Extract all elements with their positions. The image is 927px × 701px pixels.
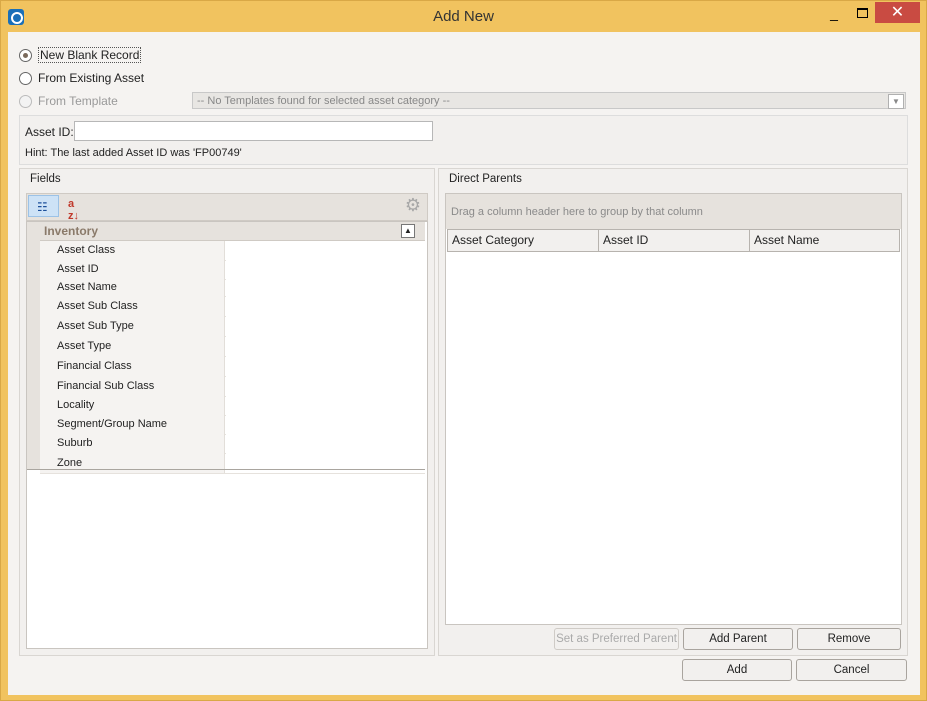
chevron-down-icon: ▼ — [888, 94, 904, 109]
template-combo-value: -- No Templates found for selected asset… — [197, 95, 450, 107]
property-row[interactable]: Locality — [40, 396, 425, 416]
property-value-field[interactable] — [226, 279, 425, 296]
property-row[interactable]: Suburb — [40, 434, 425, 454]
asset-id-hint: Hint: The last added Asset ID was 'FP007… — [25, 147, 242, 159]
categorized-view-button[interactable]: ☷ — [28, 195, 59, 217]
property-row[interactable]: Segment/Group Name — [40, 415, 425, 435]
radio-icon[interactable] — [19, 48, 32, 62]
divider — [27, 469, 425, 470]
property-name: Financial Sub Class — [40, 376, 225, 396]
property-value-field[interactable] — [226, 241, 425, 260]
property-name: Asset Type — [40, 336, 225, 356]
asset-id-label: Asset ID: — [25, 125, 74, 139]
maximize-icon — [856, 8, 868, 18]
maximize-button[interactable] — [855, 3, 869, 23]
property-value-field[interactable] — [226, 336, 425, 356]
close-button[interactable]: ✕ — [875, 2, 920, 23]
property-row[interactable]: Asset Sub Type — [40, 316, 425, 337]
set-preferred-parent-button: Set as Preferred Parent — [554, 628, 679, 650]
category-label: Inventory — [44, 224, 99, 238]
property-row[interactable]: Asset Type — [40, 336, 425, 357]
remove-button[interactable]: Remove — [797, 628, 901, 650]
gear-icon[interactable]: ⚙ — [405, 195, 421, 216]
radio-icon[interactable] — [19, 71, 32, 85]
option-label: From Template — [38, 94, 118, 108]
minimize-button[interactable]: _ — [827, 3, 841, 23]
option-label: From Existing Asset — [38, 71, 145, 85]
column-headers: Asset Category Asset ID Asset Name — [447, 229, 900, 252]
property-name: Asset ID — [40, 260, 225, 279]
property-value-field[interactable] — [226, 376, 425, 396]
fields-title: Fields — [30, 173, 61, 185]
option-from-template: From Template — [19, 93, 118, 109]
grid-gutter — [27, 240, 40, 470]
property-row[interactable]: Asset Name — [40, 279, 425, 297]
option-label: New Blank Record — [38, 47, 142, 63]
template-combo: -- No Templates found for selected asset… — [192, 92, 906, 109]
title-bar[interactable]: Add New _ ✕ — [1, 1, 926, 32]
group-by-panel[interactable]: Drag a column header here to group by th… — [446, 194, 901, 229]
property-value-field[interactable] — [226, 415, 425, 434]
property-name: Zone — [40, 453, 225, 473]
radio-icon — [19, 94, 32, 108]
property-name: Locality — [40, 396, 225, 415]
property-name: Asset Class — [40, 241, 225, 260]
group-by-hint: Drag a column header here to group by th… — [451, 206, 703, 218]
option-new-blank-record[interactable]: New Blank Record — [19, 47, 142, 63]
property-name: Financial Class — [40, 356, 225, 376]
property-row[interactable]: Asset ID — [40, 260, 425, 280]
property-grid: Inventory ▲ Asset Class Asset ID Asset Nam… — [26, 221, 428, 649]
add-new-window: Add New _ ✕ New Blank Record From Existi… — [0, 0, 927, 701]
property-row[interactable]: Zone — [40, 453, 425, 474]
dialog-body: New Blank Record From Existing Asset Fro… — [8, 32, 920, 695]
column-asset-name[interactable]: Asset Name — [750, 230, 899, 251]
column-asset-category[interactable]: Asset Category — [448, 230, 599, 251]
property-value-field[interactable] — [226, 396, 425, 415]
property-name: Asset Name — [40, 279, 225, 296]
property-value-field[interactable] — [226, 260, 425, 279]
property-row[interactable]: Asset Class — [40, 241, 425, 261]
fields-toolbar: ☷ a z↓ ⚙ — [26, 193, 428, 222]
cancel-button[interactable]: Cancel — [796, 659, 907, 681]
property-row[interactable]: Asset Sub Class — [40, 296, 425, 317]
property-name: Segment/Group Name — [40, 415, 225, 434]
property-value-field[interactable] — [226, 453, 425, 473]
window-title: Add New — [433, 8, 494, 25]
property-row[interactable]: Financial Class — [40, 356, 425, 377]
property-value-field[interactable] — [226, 356, 425, 376]
property-name: Suburb — [40, 434, 225, 453]
property-value-field[interactable] — [226, 296, 425, 316]
category-row[interactable]: Inventory ▲ — [27, 222, 425, 241]
add-button[interactable]: Add — [682, 659, 792, 681]
option-from-existing-asset[interactable]: From Existing Asset — [19, 70, 144, 86]
add-parent-button[interactable]: Add Parent — [683, 628, 793, 650]
categorized-view-icon: ☷ — [37, 200, 48, 214]
property-name: Asset Sub Type — [40, 316, 225, 336]
property-value-field[interactable] — [226, 316, 425, 336]
direct-parents-panel: Direct Parents Drag a column header here… — [438, 168, 908, 656]
property-row[interactable]: Financial Sub Class — [40, 376, 425, 397]
collapse-icon[interactable]: ▲ — [401, 224, 415, 238]
asset-id-input[interactable] — [74, 121, 433, 141]
direct-parents-title: Direct Parents — [449, 173, 522, 185]
property-name: Asset Sub Class — [40, 296, 225, 316]
column-asset-id[interactable]: Asset ID — [599, 230, 750, 251]
parents-grid: Drag a column header here to group by th… — [445, 193, 902, 625]
fields-panel: Fields ☷ a z↓ ⚙ Inventory ▲ Asset Class As… — [19, 168, 435, 656]
sort-alphabetical-icon[interactable]: a z↓ — [68, 198, 79, 222]
property-value-field[interactable] — [226, 434, 425, 453]
asset-id-group: Asset ID: Hint: The last added Asset ID … — [19, 115, 908, 165]
